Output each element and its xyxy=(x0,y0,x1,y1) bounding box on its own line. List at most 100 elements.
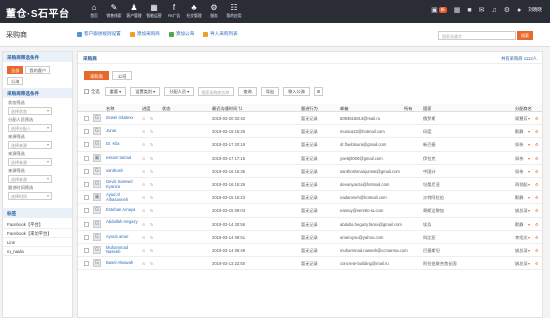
clock-icon[interactable]: ⊙ xyxy=(142,142,146,147)
row-checkbox[interactable] xyxy=(84,168,89,174)
row-checkbox[interactable] xyxy=(84,208,89,214)
refresh-icon[interactable]: ↻ xyxy=(150,222,154,227)
grid-icon[interactable]: ▦ xyxy=(454,6,461,14)
tab-buyers[interactable]: 采购商 xyxy=(84,71,109,80)
chip-pool[interactable]: 公海 xyxy=(7,77,24,85)
table-row[interactable]: Gsanthosh ⊙ ↻ 2019-03-16 15:35 暂无记录 santhoshm… xyxy=(78,165,542,178)
buyer-name-link[interactable]: Esteban Amaya xyxy=(106,208,142,213)
grid-view-icon[interactable]: ⊞ xyxy=(313,87,323,96)
table-row[interactable]: ▣ Ayad Al Alhasanneh ⊙ ↻ 2019-03-15 15:23 暂无记… xyxy=(78,191,542,205)
table-row[interactable]: G Dr. Kila ⊙ ↻ 2019-03-17 20:19 暂无记录 dr.fluebl… xyxy=(78,138,542,152)
chevron-down-icon[interactable]: ▾ xyxy=(528,222,530,227)
chip-all[interactable]: 全部 xyxy=(7,66,24,74)
tab-company[interactable]: 公司 xyxy=(111,71,133,80)
clock-icon[interactable]: ⊙ xyxy=(142,222,146,227)
buyer-name-link[interactable]: Devis Samwel Kyanza xyxy=(106,179,142,189)
query-button[interactable]: 查询 xyxy=(238,87,257,96)
nav-customers[interactable]: ♟ 客户管理 xyxy=(124,2,144,22)
settings-icon[interactable]: ⚙ xyxy=(535,208,539,213)
buyer-name-link[interactable]: Ayoub amer xyxy=(106,234,142,240)
mail-icon[interactable]: ✉ xyxy=(479,6,485,14)
move-to-pool-button[interactable]: 移入公海 xyxy=(283,87,310,96)
nav-social[interactable]: ♣ 社交管理 xyxy=(184,2,204,22)
filter-select[interactable]: 选择来源 xyxy=(8,175,52,183)
chevron-down-icon[interactable]: ▾ xyxy=(528,208,530,213)
table-row[interactable]: G Zewei Gkalexx ⊙ ↻ 2019-03-20 02:42 暂无记录 5093… xyxy=(78,112,542,126)
user-avatar-icon[interactable]: ● xyxy=(517,7,521,14)
clock-icon[interactable]: ⊙ xyxy=(142,208,146,213)
table-row[interactable]: G Muhammad Naseeb ⊙ ↻ 2019-03-14 05:49 暂无记录 mu… xyxy=(78,244,542,258)
tag-item[interactable]: Facebook【来访平台】 xyxy=(3,229,72,238)
chevron-down-icon[interactable]: ▾ xyxy=(528,169,530,174)
add-pool-link[interactable]: 添加公海 xyxy=(168,31,194,37)
refresh-icon[interactable]: ↻ xyxy=(150,261,154,266)
chevron-down-icon[interactable]: ▾ xyxy=(528,248,530,253)
set-category-dropdown[interactable]: 设置类别 xyxy=(130,87,161,96)
settings-icon[interactable]: ⚙ xyxy=(535,116,539,121)
row-checkbox[interactable] xyxy=(84,234,89,240)
buyer-name-link[interactable]: Junar xyxy=(106,129,142,134)
settings-icon[interactable]: ⚙ xyxy=(535,156,539,161)
clock-icon[interactable]: ⊙ xyxy=(142,261,146,266)
row-checkbox[interactable] xyxy=(84,116,89,121)
tag-item[interactable]: Facebook【平台】 xyxy=(3,220,72,229)
row-checkbox[interactable] xyxy=(84,181,89,187)
clock-icon[interactable]: ⊙ xyxy=(142,129,146,134)
row-checkbox[interactable] xyxy=(84,195,89,201)
settings-icon[interactable]: ⚙ xyxy=(535,235,539,240)
clock-icon[interactable]: ⊙ xyxy=(142,235,146,240)
chevron-down-icon[interactable]: ▾ xyxy=(528,156,530,161)
clock-icon[interactable]: ⊙ xyxy=(142,182,146,187)
tag-item[interactable]: Line xyxy=(3,238,72,247)
chevron-down-icon[interactable]: ▾ xyxy=(528,182,530,187)
settings-icon[interactable]: ⚙ xyxy=(535,261,539,266)
chevron-down-icon[interactable]: ▾ xyxy=(528,142,530,147)
nav-service[interactable]: ⚙ 服务 xyxy=(204,2,224,22)
gift-icon[interactable]: ▣ xyxy=(431,6,438,14)
row-checkbox[interactable] xyxy=(84,261,89,267)
settings-icon[interactable]: ⚙ xyxy=(535,142,539,147)
buyer-name-link[interactable]: Ayad Al Alhasanneh xyxy=(106,192,142,202)
tag-item[interactable]: ru_naida xyxy=(3,247,72,256)
table-row[interactable]: G Ayoub amer ⊙ ↻ 2019-03-14 08:51 暂无记录 ameruyo… xyxy=(78,231,542,244)
filter-select[interactable]: 选择时间 xyxy=(8,192,52,200)
chevron-down-icon[interactable]: ▾ xyxy=(528,129,530,134)
table-row[interactable]: G Esteban Amaya ⊙ ↻ 2019-03-15 09:03 暂无记录 eamu… xyxy=(78,204,542,218)
buyer-name-link[interactable]: Abdallah Hegazy xyxy=(106,219,142,225)
filter-select[interactable]: 选择分配人 xyxy=(8,124,52,132)
filter-select[interactable]: 选择来源 xyxy=(8,158,52,166)
buyer-name-link[interactable]: santhosh xyxy=(106,168,142,174)
refresh-icon[interactable]: ↻ xyxy=(150,195,154,200)
select-all-checkbox[interactable] xyxy=(84,89,89,94)
settings-icon[interactable]: ⚙ xyxy=(504,6,510,14)
chevron-down-icon[interactable]: ▾ xyxy=(528,195,530,200)
refresh-icon[interactable]: ↻ xyxy=(150,182,154,187)
settings-icon[interactable]: ⚙ xyxy=(535,222,539,227)
filter-select[interactable]: 选择状态 xyxy=(8,107,52,115)
clock-icon[interactable]: ⊙ xyxy=(142,248,146,253)
settings-icon[interactable]: ⚙ xyxy=(535,129,539,134)
export-button[interactable]: 导出 xyxy=(260,87,280,96)
clock-icon[interactable]: ⊙ xyxy=(142,116,146,121)
import-list-link[interactable]: 导入采购列表 xyxy=(203,31,238,37)
search-input[interactable]: 搜索关键字 xyxy=(438,31,516,40)
settings-icon[interactable]: ⚙ xyxy=(535,248,539,253)
settings-icon[interactable]: ⚙ xyxy=(535,182,539,187)
buyer-name-link[interactable]: Muhammad Naseeb xyxy=(106,245,142,255)
screen-icon[interactable]: ■ xyxy=(467,7,471,14)
user-name[interactable]: 刘晓晓 xyxy=(528,7,542,13)
row-checkbox[interactable] xyxy=(84,155,89,161)
assign-dropdown[interactable]: 分配人员 xyxy=(164,87,195,96)
buyer-name-link[interactable]: Zewei Gkalexx xyxy=(106,115,142,121)
nav-apps[interactable]: ☷ 我的应用 xyxy=(224,2,244,22)
follow-rules-link[interactable]: 客户跟进规则设置 xyxy=(77,31,121,37)
filter-select[interactable]: 选择来源 xyxy=(8,141,52,149)
chip-mine[interactable]: 我的客户 xyxy=(25,66,51,74)
refresh-icon[interactable]: ↻ xyxy=(150,169,154,174)
row-checkbox[interactable] xyxy=(84,142,89,148)
nav-leads[interactable]: ✎ 销售线索 xyxy=(104,2,124,22)
table-row[interactable]: G Junar ⊙ ↻ 2019-03-19 15:26 暂无记录 musica22@hot… xyxy=(78,125,542,139)
search-button[interactable]: 搜索 xyxy=(517,31,533,40)
chevron-down-icon[interactable]: ▾ xyxy=(528,235,530,240)
row-checkbox[interactable] xyxy=(84,247,89,253)
